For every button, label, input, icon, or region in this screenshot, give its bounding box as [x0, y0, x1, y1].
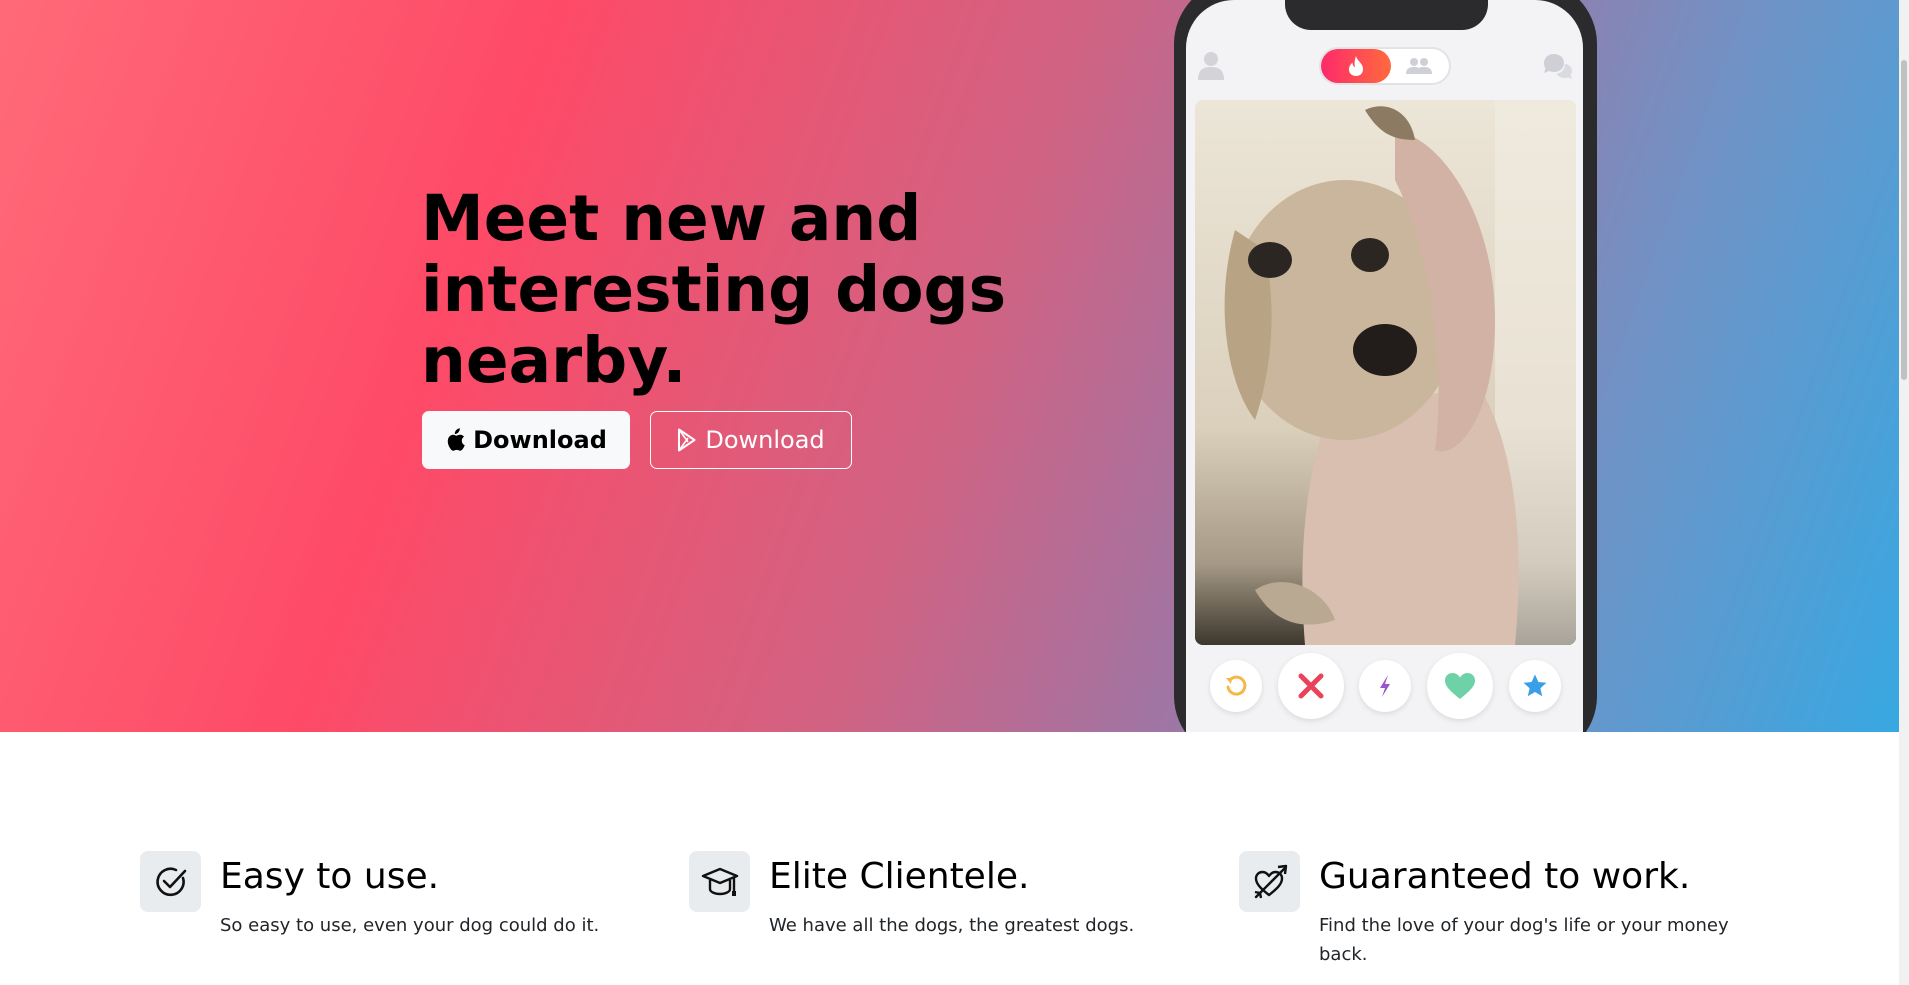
boost-icon	[1380, 675, 1390, 697]
feature-icon-box	[1239, 851, 1300, 912]
feature-description: We have all the dogs, the greatest dogs.	[769, 915, 1135, 936]
feature-title: Elite Clientele.	[769, 856, 1030, 897]
feature-description: Find the love of your dog's life or your…	[1319, 915, 1729, 965]
graduation-cap-icon	[701, 867, 738, 896]
super-like-button[interactable]	[1509, 660, 1561, 712]
feature-description: So easy to use, even your dog could do i…	[220, 915, 600, 936]
google-play-download-button[interactable]: Download	[650, 411, 852, 469]
apple-icon	[447, 428, 465, 451]
like-button[interactable]	[1427, 653, 1493, 719]
toggle-groups[interactable]	[1389, 49, 1449, 83]
like-icon	[1445, 673, 1475, 699]
boost-button[interactable]	[1359, 660, 1411, 712]
group-icon	[1406, 58, 1432, 74]
chat-bubbles-icon[interactable]	[1542, 52, 1574, 82]
super-like-icon	[1523, 674, 1547, 697]
discover-mode-toggle[interactable]	[1319, 47, 1451, 85]
arrow-heart-icon	[1254, 864, 1287, 898]
app-store-download-button[interactable]: Download	[422, 411, 630, 469]
hero-section: Meet new and interesting dogs nearby. Do…	[0, 0, 1899, 732]
toggle-discover[interactable]	[1321, 49, 1391, 83]
phone-notch	[1285, 0, 1488, 30]
nope-icon	[1298, 673, 1324, 699]
nope-button[interactable]	[1278, 653, 1344, 719]
feature-title: Guaranteed to work.	[1319, 856, 1691, 897]
feature-icon-box	[689, 851, 750, 912]
check-circle-icon	[155, 867, 186, 896]
hero-headline: Meet new and interesting dogs nearby.	[421, 182, 1007, 397]
feature-title: Easy to use.	[220, 856, 440, 897]
dog-photo	[1195, 100, 1576, 645]
google-play-button-label: Download	[705, 426, 825, 454]
flame-icon	[1349, 56, 1363, 76]
feature-icon-box	[140, 851, 201, 912]
app-store-button-label: Download	[473, 426, 607, 454]
rewind-button[interactable]	[1210, 660, 1262, 712]
rewind-icon	[1226, 675, 1247, 696]
google-play-icon	[678, 428, 696, 452]
scrollbar-thumb[interactable]	[1901, 60, 1907, 380]
person-icon	[1198, 52, 1224, 80]
